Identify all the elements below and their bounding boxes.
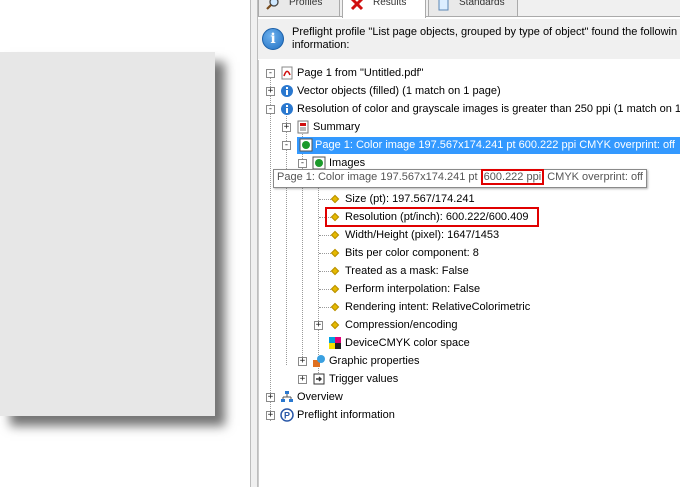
results-tree[interactable]: - Page 1 from "Untitled.pdf" + Vector ob… [258,60,680,487]
property-diamond-icon [330,230,340,240]
collapse-toggle[interactable]: - [266,105,275,114]
tab-label: Results [373,0,407,8]
pdf-page-preview[interactable] [0,52,215,416]
tree-item-color-image[interactable]: - Page 1: Color image 197.567x174.241 pt… [259,136,680,154]
trigger-values-icon [313,373,325,385]
tree-item-root[interactable]: - Page 1 from "Untitled.pdf" [259,64,679,82]
property-diamond-icon [330,320,340,330]
image-object-icon [299,138,313,152]
tree-item-width-height[interactable]: Width/Height (pixel): 1647/1453 [259,226,679,244]
results-panel: Profiles Results Standards i Preflight p… [258,0,680,487]
tree-item-resolution-check[interactable]: - Resolution of color and grayscale imag… [259,100,680,118]
tree-item-overview[interactable]: + Overview [259,388,679,406]
tree-item-trigger-values[interactable]: + Trigger values [259,370,679,388]
expand-toggle[interactable]: + [266,393,275,402]
property-diamond-icon [330,302,340,312]
tree-item-vector-objects[interactable]: + Vector objects (filled) (1 match on 1 … [259,82,679,100]
tooltip-ppi-highlight: 600.222 ppi [480,169,545,185]
collapse-toggle[interactable]: - [282,141,291,150]
info-circle-icon [281,103,293,115]
preflight-icon: P [280,408,294,422]
document-icon [438,0,449,11]
selection-highlight: Page 1: Color image 197.567x174.241 pt 6… [297,137,680,154]
expand-toggle[interactable]: + [298,357,307,366]
expand-toggle[interactable]: + [282,123,291,132]
tree-item-preflight-info[interactable]: + P Preflight information [259,406,679,424]
expand-toggle[interactable]: + [298,375,307,384]
expand-toggle[interactable]: + [266,411,275,420]
tree-item-rendering-intent[interactable]: Rendering intent: RelativeColorimetric [259,298,679,316]
tab-profiles[interactable]: Profiles [258,0,340,16]
collapse-toggle[interactable]: - [298,159,307,168]
collapse-toggle[interactable]: - [266,69,275,78]
tree-item-compression[interactable]: + Compression/encoding [259,316,679,334]
info-message: Preflight profile "List page objects, gr… [292,26,678,51]
info-bar: i Preflight profile "List page objects, … [258,19,680,59]
summary-document-icon [297,120,309,134]
document-canvas[interactable] [0,0,250,487]
tree-item-bits[interactable]: Bits per color component: 8 [259,244,679,262]
svg-text:P: P [284,411,290,421]
color-space-icon [329,337,341,349]
tab-results[interactable]: Results [342,0,426,18]
expand-toggle[interactable]: + [266,87,275,96]
tab-label: Profiles [289,0,323,8]
pdf-file-icon [281,66,293,80]
tab-label: Standards [459,0,505,8]
expand-toggle[interactable]: + [314,321,323,330]
image-object-icon [312,156,326,170]
tree-item-summary[interactable]: + Summary [259,118,679,136]
red-x-icon [350,0,364,11]
property-diamond-icon [330,284,340,294]
panel-splitter[interactable] [250,0,258,487]
tree-item-size[interactable]: Size (pt): 197.567/174.241 [259,190,679,208]
tooltip-text: CMYK overprint: off [544,171,643,183]
graphic-properties-icon [313,355,325,367]
tree-item-graphic-properties[interactable]: + Graphic properties [259,352,679,370]
property-diamond-icon [330,194,340,204]
info-icon: i [262,28,284,50]
tooltip-text: Page 1: Color image 197.567x174.241 pt [277,171,481,183]
magnifier-icon [266,0,279,10]
resolution-highlight-box [325,207,539,227]
tree-item-interpolation[interactable]: Perform interpolation: False [259,280,679,298]
property-diamond-icon [330,248,340,258]
tree-item-colorspace[interactable]: DeviceCMYK color space [259,334,679,352]
property-diamond-icon [330,266,340,276]
tab-bar: Profiles Results Standards [258,0,680,18]
tree-item-mask[interactable]: Treated as a mask: False [259,262,679,280]
tab-standards[interactable]: Standards [428,0,518,16]
hierarchy-icon [281,391,293,402]
info-circle-icon [281,85,293,97]
hover-tooltip: Page 1: Color image 197.567x174.241 pt 6… [273,169,647,188]
